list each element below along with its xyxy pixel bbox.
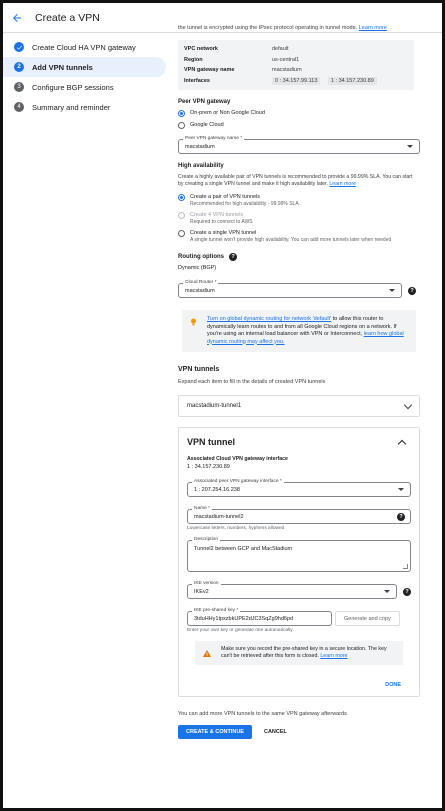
info-row: Region us-central1 xyxy=(184,56,300,63)
section-title: Peer VPN gateway xyxy=(178,99,231,105)
lightbulb-icon xyxy=(190,318,197,346)
ha-description: Create a highly available pair of VPN tu… xyxy=(178,174,413,187)
info-row: VPC network default xyxy=(184,46,289,53)
intro-text: the tunnel is encrypted using the IPsec … xyxy=(178,25,387,31)
step-number: 4 xyxy=(14,102,24,112)
tunnel-name-input[interactable]: Name * macstadium-tunnel2 ? xyxy=(187,506,411,524)
dropdown-caret-icon xyxy=(384,590,390,593)
step-label: Add VPN tunnels xyxy=(32,62,93,72)
learn-more-link[interactable]: Learn more xyxy=(359,25,387,31)
tunnel-item-expanded: VPN tunnel Associated Cloud VPN gateway … xyxy=(178,427,420,697)
psk-hint: Enter your own key or generate one autom… xyxy=(187,628,293,633)
step-label: Configure BGP sessions xyxy=(32,82,114,92)
step-label: Summary and reminder xyxy=(32,102,111,112)
chevron-up-icon[interactable] xyxy=(397,439,407,448)
tunnel-item-collapsed[interactable]: macstadium-tunnel1 xyxy=(178,395,420,417)
radio-on-prem[interactable]: On-prem or Non Google Cloud xyxy=(178,110,418,117)
section-title: VPN tunnels xyxy=(178,366,220,373)
tunnels-description: Expand each item to fill in the details … xyxy=(178,379,326,385)
dropdown-caret-icon xyxy=(389,289,395,292)
help-icon[interactable]: ? xyxy=(403,587,411,596)
radio-unchecked-icon xyxy=(178,230,185,237)
radio-unchecked-icon xyxy=(178,122,185,129)
ike-version-select[interactable]: IKE version IKEv2 xyxy=(187,581,397,599)
form-actions: CREATE & CONTINUE CANCEL xyxy=(178,725,418,739)
generate-copy-button[interactable]: Generate and copy xyxy=(335,611,400,626)
global-routing-info: Turn on global dynamic routing for netwo… xyxy=(182,310,416,352)
psk-input[interactable]: IKE pre-shared key * 3tduHHy1tpxzbkUPE2d… xyxy=(187,608,332,626)
radio-single-tunnel[interactable]: Create a single VPN tunnel A single tunn… xyxy=(178,230,418,243)
back-arrow-icon[interactable] xyxy=(9,10,25,26)
step-summary[interactable]: 4 Summary and reminder xyxy=(11,97,166,117)
panel-title: VPN tunnel xyxy=(187,437,236,447)
check-icon xyxy=(14,42,24,52)
radio-disabled-icon xyxy=(178,212,185,219)
peer-interface-select[interactable]: Associated peer VPN gateway interface * … xyxy=(187,479,411,497)
radio-pair-tunnels[interactable]: Create a pair of VPN tunnels Recommended… xyxy=(178,194,418,207)
name-hint: Lowercase letters, numbers, hyphens allo… xyxy=(187,526,285,531)
learn-more-link[interactable]: Learn more xyxy=(320,653,347,659)
routing-section: Routing options ? Dynamic (BGP) Cloud Ro… xyxy=(178,253,418,298)
interface-chip: 0 : 34.157.99.113 xyxy=(272,76,321,85)
cancel-button[interactable]: CANCEL xyxy=(256,725,295,739)
step-label: Create Cloud HA VPN gateway xyxy=(32,42,136,52)
done-button[interactable]: DONE xyxy=(385,682,401,688)
step-number: 3 xyxy=(14,82,24,92)
dropdown-caret-icon xyxy=(398,488,404,491)
warning-icon xyxy=(203,650,211,660)
peer-gateway-section: Peer VPN gateway On-prem or Non Google C… xyxy=(178,99,420,154)
info-row: VPN gateway name macstadium xyxy=(184,67,302,74)
cloud-router-select[interactable]: Cloud Router * macstadium xyxy=(178,280,402,298)
create-continue-button[interactable]: CREATE & CONTINUE xyxy=(178,725,252,739)
help-icon[interactable]: ? xyxy=(229,253,237,261)
routing-value: Dynamic (BGP) xyxy=(178,265,217,271)
gateway-info-table: VPC network default Region us-central1 V… xyxy=(178,40,414,90)
step-add-tunnels[interactable]: 2 Add VPN tunnels xyxy=(3,57,166,77)
global-routing-link[interactable]: Turn on global dynamic routing for netwo… xyxy=(207,316,331,322)
description-textarea[interactable]: Description Tunnel2 between GCP and MacS… xyxy=(187,537,411,572)
step-number: 2 xyxy=(14,62,24,72)
section-title: High availability xyxy=(178,163,224,169)
info-row: Interfaces 0 : 34.157.99.113 1 : 34.157.… xyxy=(184,76,408,87)
page-title: Create a VPN xyxy=(35,11,100,24)
chevron-down-icon xyxy=(403,400,413,409)
radio-four-tunnels[interactable]: Create 4 VPN tunnels Required to connect… xyxy=(178,212,418,225)
radio-checked-icon xyxy=(178,110,185,117)
app-window: Create a VPN Create Cloud HA VPN gateway… xyxy=(0,0,445,811)
stepper: Create Cloud HA VPN gateway 2 Add VPN tu… xyxy=(3,37,166,117)
radio-google-cloud[interactable]: Google Cloud xyxy=(178,122,418,129)
resize-handle-icon[interactable] xyxy=(403,564,408,569)
psk-warning: Make sure you record the pre-shared key … xyxy=(195,641,403,665)
peer-gateway-select[interactable]: Peer VPN gateway name * macstadium xyxy=(178,136,420,154)
help-icon[interactable]: ? xyxy=(408,286,416,295)
dropdown-caret-icon xyxy=(407,145,413,148)
assoc-interface-value: 1 : 34.157.230.89 xyxy=(187,464,230,470)
vpn-tunnels-section: VPN tunnels Expand each item to fill in … xyxy=(178,366,420,697)
high-availability-section: High availability Create a highly availa… xyxy=(178,163,418,243)
section-title: Routing options xyxy=(178,254,224,260)
step-create-gateway[interactable]: Create Cloud HA VPN gateway xyxy=(11,37,166,57)
radio-checked-icon xyxy=(178,194,185,201)
help-icon[interactable]: ? xyxy=(397,513,405,521)
step-configure-bgp[interactable]: 3 Configure BGP sessions xyxy=(11,77,166,97)
footer-note: You can add more VPN tunnels to the same… xyxy=(178,711,347,717)
main-content: the tunnel is encrypted using the IPsec … xyxy=(178,25,420,739)
interface-chip: 1 : 34.157.230.89 xyxy=(327,76,377,85)
learn-more-link[interactable]: Learn more xyxy=(329,181,356,187)
